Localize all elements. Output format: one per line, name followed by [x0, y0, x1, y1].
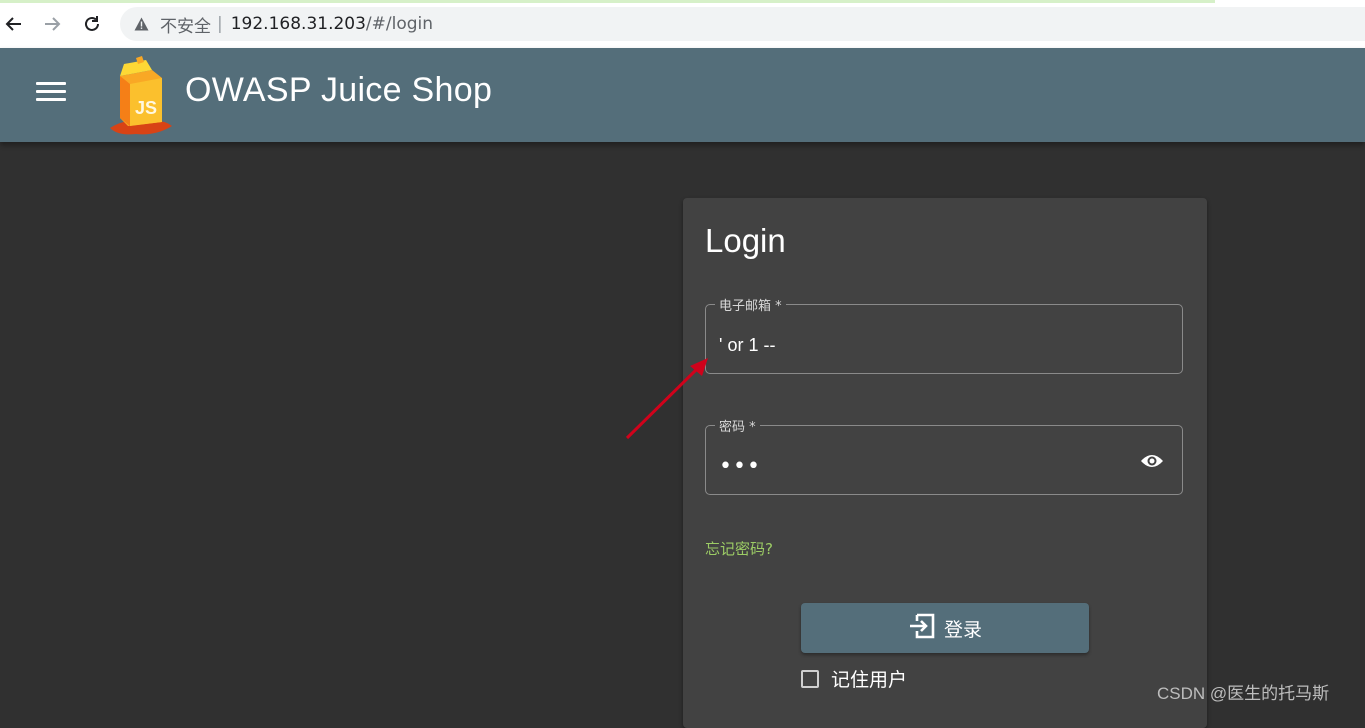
login-icon	[908, 613, 936, 643]
loading-indicator	[0, 0, 1215, 3]
annotation-arrow	[625, 358, 708, 440]
remember-me[interactable]: 记住用户	[801, 665, 907, 692]
forgot-password-link[interactable]: 忘记密码?	[705, 538, 773, 559]
remember-me-label[interactable]: 记住用户	[831, 665, 907, 692]
back-arrow-icon[interactable]	[0, 10, 28, 38]
login-heading: Login	[705, 222, 786, 259]
password-field[interactable]: 密码 * •••	[705, 416, 1183, 495]
security-status-label[interactable]: 不安全	[160, 12, 211, 37]
app-title[interactable]: OWASP Juice Shop	[185, 71, 492, 110]
hamburger-menu-icon[interactable]	[36, 82, 66, 106]
browser-toolbar: 不安全 | 192.168.31.203 /#/login	[0, 0, 1365, 49]
app-toolbar: JS OWASP Juice Shop	[0, 48, 1365, 142]
email-label: 电子邮箱 *	[715, 295, 786, 314]
email-field[interactable]: 电子邮箱 * ' or 1 --	[705, 295, 1183, 374]
url-host[interactable]: 192.168.31.203	[231, 14, 366, 34]
warning-triangle-icon[interactable]	[134, 16, 150, 32]
password-input-value[interactable]: •••	[719, 454, 761, 479]
url-path[interactable]: /#/login	[366, 14, 433, 34]
svg-text:JS: JS	[135, 98, 157, 118]
juice-shop-logo[interactable]: JS	[106, 56, 176, 138]
eye-icon[interactable]	[1140, 452, 1164, 470]
reload-icon[interactable]	[78, 10, 106, 38]
login-card: Login 电子邮箱 * ' or 1 -- 密码 * ••• 忘记密码? 登录	[683, 198, 1207, 728]
address-bar[interactable]: 不安全 | 192.168.31.203 /#/login	[120, 7, 1365, 41]
forward-arrow-icon[interactable]	[38, 10, 66, 38]
login-button-label: 登录	[943, 618, 982, 641]
address-separator: |	[217, 14, 223, 34]
watermark: CSDN @医生的托马斯	[1157, 684, 1330, 703]
remember-me-checkbox[interactable]	[801, 669, 819, 688]
login-button[interactable]: 登录	[801, 603, 1089, 653]
